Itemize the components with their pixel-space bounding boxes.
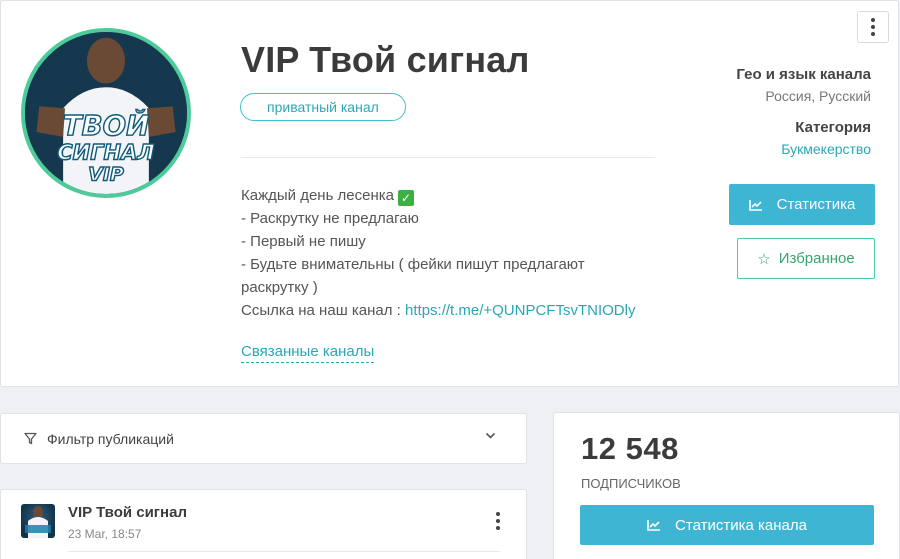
chart-line-icon [748, 199, 762, 211]
description-line: - Первый не пишу [241, 233, 366, 250]
statistics-button[interactable]: Статистика [729, 184, 875, 225]
geo-language-value: Россия, Русский [765, 88, 871, 104]
subscriber-count: 12 548 [581, 431, 679, 466]
svg-text:VIP: VIP [88, 164, 124, 186]
filter-icon [24, 432, 37, 445]
check-mark-icon: ✓ [398, 190, 415, 206]
publication-filter[interactable]: Фильтр публикаций [0, 413, 527, 464]
channel-statistics-button[interactable]: Статистика канала [580, 505, 874, 545]
post-title: VIP Твой сигнал [68, 504, 187, 521]
chevron-down-icon [485, 432, 496, 439]
star-icon: ☆ [757, 250, 771, 268]
more-options-button[interactable] [857, 11, 889, 43]
svg-text:ТВОЙ: ТВОЙ [63, 108, 150, 142]
statistics-button-label: Статистика [776, 196, 856, 213]
post-avatar-image [25, 506, 51, 538]
description-line: - Раскрутку не предлагаю [241, 210, 419, 227]
post-more-icon[interactable] [496, 512, 500, 530]
channel-description: Каждый день лесенка ✓ - Раскрутку не пред… [241, 184, 661, 322]
channel-invite-link[interactable]: https://t.me/+QUNPCFTsvTNIODly [405, 302, 635, 319]
subscribers-card: 12 548 подписчиков Статистика канала [553, 412, 900, 559]
filter-label: Фильтр публикаций [47, 431, 174, 447]
more-vertical-icon [871, 18, 875, 36]
svg-text:СИГНАЛ: СИГНАЛ [57, 141, 154, 165]
subscriber-label: подписчиков [581, 476, 681, 491]
channel-title: VIP Твой сигнал [241, 39, 530, 80]
private-channel-badge: приватный канал [240, 93, 406, 121]
related-channels-link[interactable]: Связанные каналы [241, 342, 375, 363]
description-line: - Будьте внимательны ( фейки пишут предл… [241, 256, 585, 273]
post-divider [68, 551, 500, 552]
divider [241, 157, 655, 158]
channel-statistics-label: Статистика канала [675, 516, 807, 534]
favorite-button[interactable]: ☆ Избранное [737, 238, 875, 279]
description-line: Каждый день лесенка [241, 187, 395, 204]
favorite-button-label: Избранное [778, 250, 855, 267]
post-avatar [21, 504, 55, 538]
description-line: раскрутку ) [241, 279, 318, 296]
link-prefix: Ссылка на наш канал : [241, 302, 406, 319]
post-card: VIP Твой сигнал 23 Mar, 18:57 [0, 489, 527, 559]
geo-language-label: Гео и язык канала [736, 66, 871, 83]
chart-line-icon [647, 520, 661, 531]
post-time: 23 Mar, 18:57 [68, 527, 142, 541]
channel-avatar: ТВОЙ СИГНАЛ VIP [21, 28, 191, 198]
channel-card: ТВОЙ СИГНАЛ VIP VIP Твой сигнал приватны… [0, 0, 899, 387]
category-link[interactable]: Букмекерство [781, 141, 871, 157]
avatar-image: ТВОЙ СИГНАЛ VIP [25, 32, 187, 194]
category-label: Категория [795, 119, 871, 136]
